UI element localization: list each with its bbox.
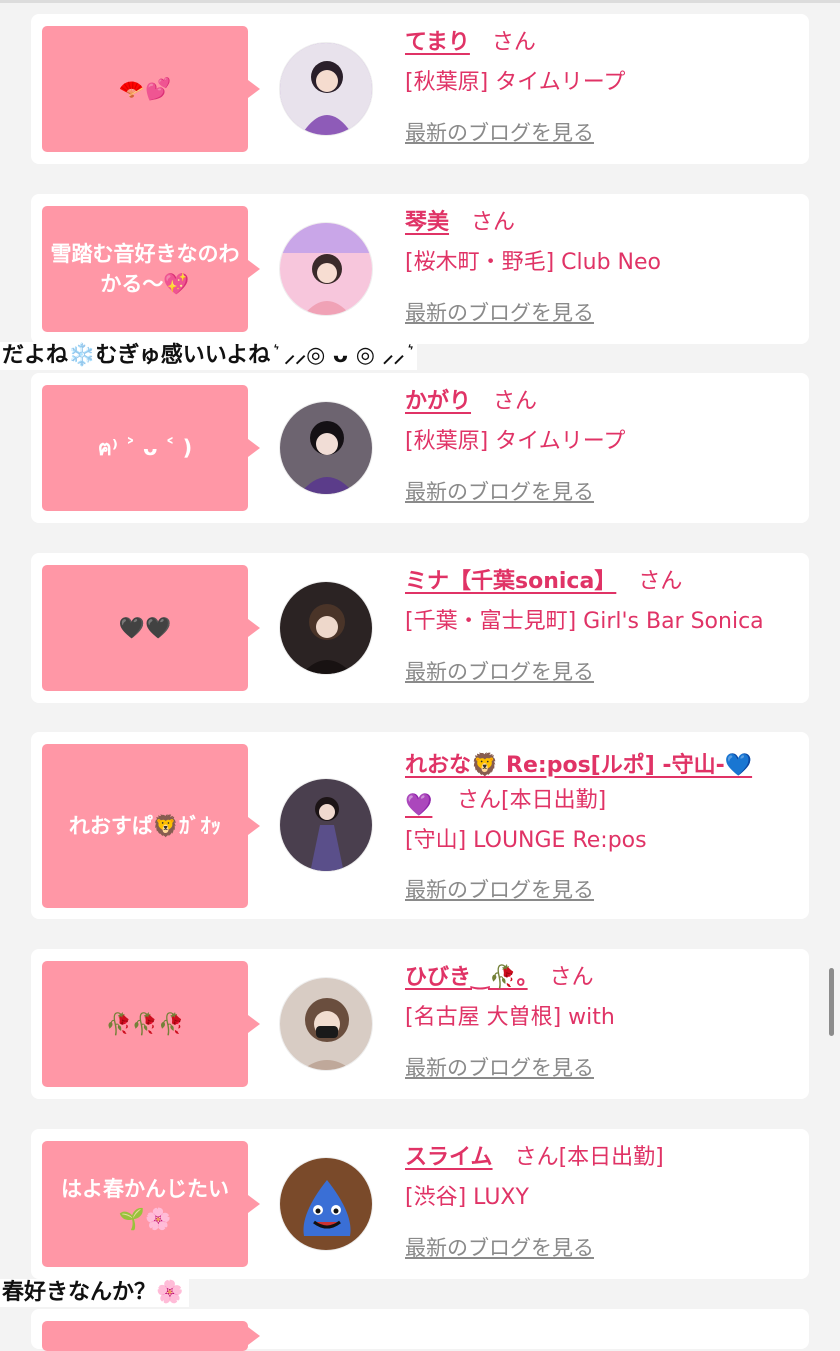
scrollbar[interactable] (829, 968, 834, 1036)
cast-name-link[interactable]: かがり (405, 389, 471, 414)
list-item: ฅ⁾ ˃ ᴗ ˂ ) かがり さん [秋葉原] タイムリープ 最新のブログを見る (31, 373, 809, 523)
cast-name-link[interactable]: ひびき‿🥀｡ (405, 965, 528, 990)
avatar-image (280, 43, 372, 135)
overlay-caption: 春好きなんか？🌸 (0, 1279, 190, 1307)
list-item: 🥀🥀🥀 ひびき‿🥀｡ さん [名古屋 大曽根] with 最新のブログを見る (31, 949, 809, 1099)
latest-blog-link[interactable]: 最新のブログを見る (405, 298, 594, 328)
list-item (31, 1309, 809, 1351)
message-text: れおすぱ🦁ｶﾞｵｯ (68, 814, 222, 838)
avatar[interactable] (279, 977, 373, 1071)
avatar[interactable] (279, 42, 373, 136)
avatar[interactable] (279, 581, 373, 675)
message-bubble: 雪踏む音好きなのわかる〜💖 (42, 206, 260, 332)
shop-info: [桜木町・野毛] Club Neo (405, 250, 661, 275)
shop-info: [名古屋 大曽根] with (405, 1005, 615, 1030)
list-item: はよ春かんじたい🌱🌸 スライム さん[本日出勤] [渋谷] LUXY 最新のブログ… (31, 1129, 809, 1279)
list-item: 雪踏む音好きなのわかる〜💖 琴美 さん [桜木町・野毛] Club Neo 最新の… (31, 194, 809, 344)
message-text: はよ春かんじたい🌱🌸 (61, 1177, 229, 1231)
honorific: さん (493, 389, 538, 414)
top-divider (0, 0, 840, 3)
avatar-image (280, 978, 372, 1070)
avatar-image (280, 402, 372, 494)
message-text: 雪踏む音好きなのわかる〜💖 (50, 242, 240, 296)
avatar-image (280, 1158, 372, 1250)
cast-name-link[interactable]: ミナ【千葉sonica】 (405, 569, 616, 594)
honorific: さん (549, 965, 594, 990)
message-bubble: れおすぱ🦁ｶﾞｵｯ (42, 744, 260, 908)
message-bubble: 🪭💕 (42, 26, 260, 152)
avatar[interactable] (279, 401, 373, 495)
avatar-image (280, 779, 372, 871)
honorific: さん (471, 210, 516, 235)
avatar[interactable] (279, 1157, 373, 1251)
latest-blog-link[interactable]: 最新のブログを見る (405, 875, 594, 905)
latest-blog-link[interactable]: 最新のブログを見る (405, 657, 594, 687)
message-bubble (42, 1321, 260, 1351)
shop-info: [秋葉原] タイムリープ (405, 429, 626, 454)
shop-info: [渋谷] LUXY (405, 1185, 529, 1210)
message-text: 🪭💕 (118, 77, 172, 101)
avatar[interactable] (279, 222, 373, 316)
cast-name-link[interactable]: スライム (405, 1145, 493, 1170)
message-text: ฅ⁾ ˃ ᴗ ˂ ) (97, 436, 193, 460)
latest-blog-link[interactable]: 最新のブログを見る (405, 477, 594, 507)
avatar[interactable] (279, 778, 373, 872)
message-text: 🖤🖤 (118, 616, 172, 640)
message-bubble: ฅ⁾ ˃ ᴗ ˂ ) (42, 385, 260, 511)
list-item: れおすぱ🦁ｶﾞｵｯ れおな🦁 Re:pos[ルポ] -守山-💙💜 さん[本日出勤… (31, 732, 809, 919)
message-text: 🥀🥀🥀 (105, 1012, 185, 1036)
shop-info: [守山] LOUNGE Re:pos (405, 828, 647, 853)
shop-info: [千葉・富士見町] Girl's Bar Sonica (405, 609, 764, 634)
cast-name-link[interactable]: てまり (405, 30, 470, 55)
cast-name-link[interactable]: 琴美 (405, 210, 449, 235)
message-bubble: はよ春かんじたい🌱🌸 (42, 1141, 260, 1267)
latest-blog-link[interactable]: 最新のブログを見る (405, 1233, 594, 1263)
status-badge: [本日出勤] (501, 788, 607, 813)
avatar-image (280, 223, 372, 315)
honorific: さん (491, 30, 536, 55)
latest-blog-link[interactable]: 最新のブログを見る (405, 1053, 594, 1083)
shop-info: [秋葉原] タイムリープ (405, 70, 626, 95)
status-badge: [本日出勤] (558, 1145, 664, 1170)
honorific: さん (457, 788, 502, 813)
overlay-caption: だよね❄️むぎゅ感いいよね ͛ ‪⸝‬‪⸝‬◎ ᴗ ◎ ‪⸝‬‪⸝‬ ͛ (0, 342, 417, 370)
list-item: 🖤🖤 ミナ【千葉sonica】 さん [千葉・富士見町] Girl's Bar S… (31, 553, 809, 703)
message-bubble: 🖤🖤 (42, 565, 260, 691)
avatar-image (280, 582, 372, 674)
latest-blog-link[interactable]: 最新のブログを見る (405, 118, 594, 148)
honorific: さん (514, 1145, 559, 1170)
message-bubble: 🥀🥀🥀 (42, 961, 260, 1087)
honorific: さん (638, 569, 683, 594)
list-item: 🪭💕 てまり さん [秋葉原] タイムリープ 最新のブログを見る (31, 14, 809, 164)
